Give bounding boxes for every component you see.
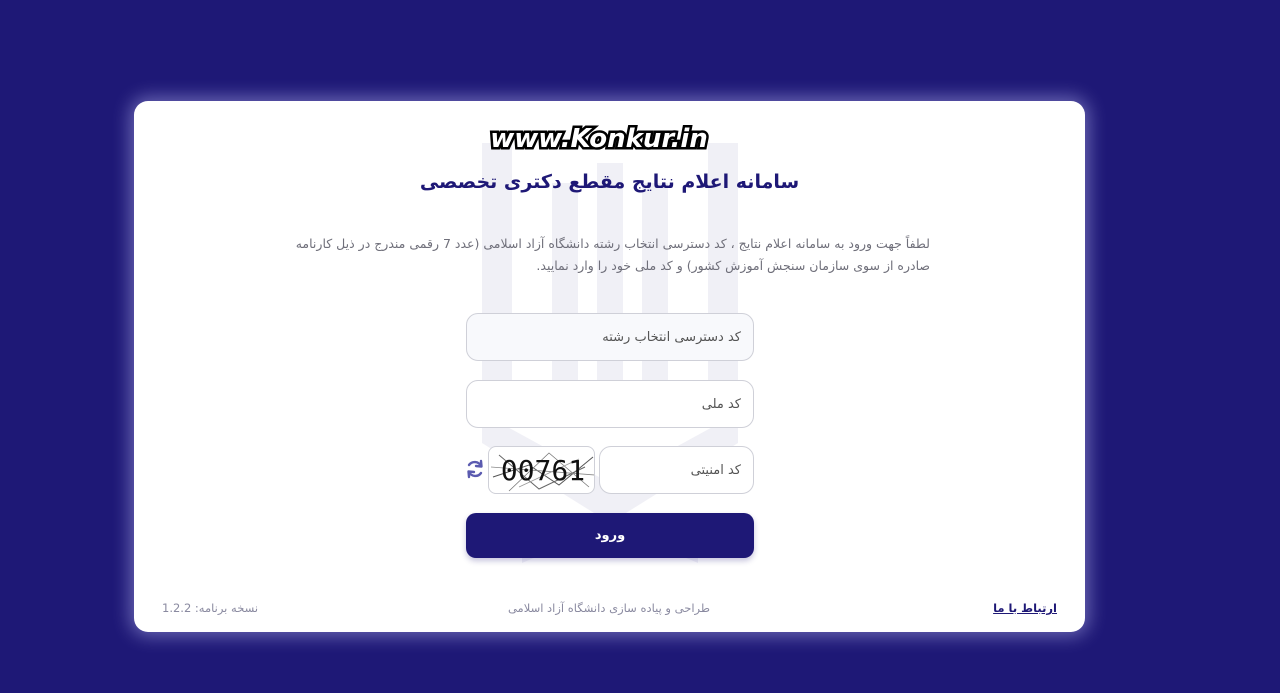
page-title: سامانه اعلام نتایج مقطع دکتری تخصصی [419, 171, 800, 193]
version-label: نسخه برنامه: [194, 601, 259, 615]
national-code-placeholder: کد ملی [701, 396, 741, 412]
login-button[interactable]: ورود [466, 513, 754, 558]
security-code-input[interactable]: کد امنیتی [599, 446, 754, 494]
access-code-input[interactable]: کد دسترسی انتخاب رشته [466, 313, 754, 361]
watermark-logo: www.Konkur.in [488, 122, 711, 157]
login-card: www.Konkur.in سامانه اعلام نتایج مقطع دک… [134, 101, 1085, 632]
security-code-placeholder: کد امنیتی [690, 462, 741, 478]
refresh-icon[interactable] [465, 459, 485, 479]
captcha-text: 00761 [501, 454, 585, 487]
version-info: نسخه برنامه: 1.2.2 [162, 601, 258, 615]
captcha-image: 00761 [488, 446, 595, 494]
instructions-text: لطفاً جهت ورود به سامانه اعلام نتایج ، ک… [295, 236, 930, 273]
watermark-text: www.Konkur.in [490, 124, 708, 154]
national-code-input[interactable]: کد ملی [466, 380, 754, 428]
version-number: 1.2.2 [162, 601, 192, 615]
credit-text: طراحی و پیاده سازی دانشگاه آزاد اسلامی [507, 601, 711, 615]
contact-us-link[interactable]: ارتباط با ما [993, 601, 1057, 615]
access-code-placeholder: کد دسترسی انتخاب رشته [602, 329, 741, 345]
